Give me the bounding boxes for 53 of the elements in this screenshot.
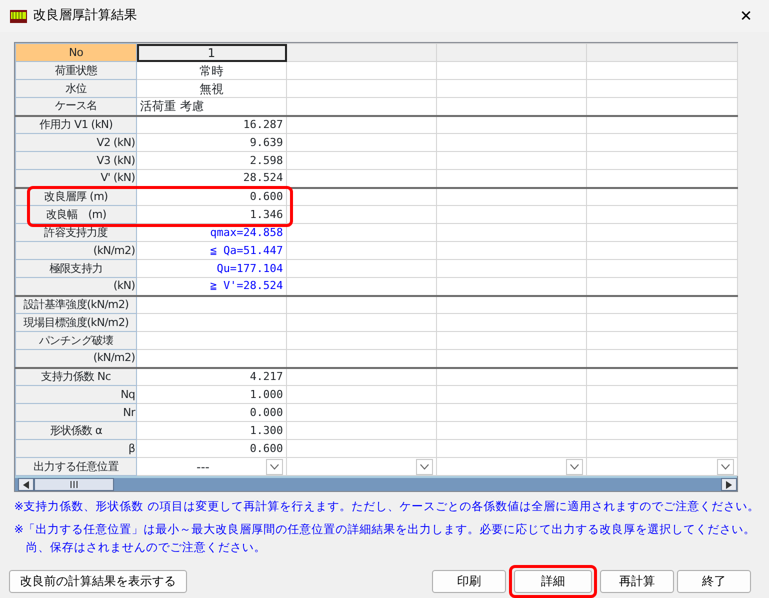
- close-button[interactable]: ✕: [723, 0, 769, 32]
- table-cell: 1.300: [136, 422, 286, 440]
- column-header: No: [16, 44, 136, 62]
- dropdown-value: ---: [196, 458, 210, 474]
- table-cell: 無視: [136, 80, 286, 98]
- table-cell: 1.346: [136, 206, 286, 224]
- table-cell: 0.600: [136, 440, 286, 458]
- table-cell: 常時: [136, 62, 286, 80]
- action-button[interactable]: 再計算: [600, 570, 674, 593]
- row-header: Nq: [16, 386, 136, 404]
- row-header: 極限支持力: [16, 260, 136, 278]
- window-title: 改良層厚計算結果: [33, 7, 138, 26]
- table-cell: 4.217: [136, 368, 286, 386]
- row-header: 支持力係数 Nc: [16, 368, 136, 386]
- row-header: V' (kN): [16, 170, 136, 188]
- row-header: 荷重状態: [16, 62, 136, 80]
- row-header: 作用力 V1 (kN): [16, 116, 136, 134]
- row-header: 形状係数 α: [16, 422, 136, 440]
- left-arrow-icon: [23, 480, 29, 488]
- row-header: 改良幅 (m): [16, 206, 136, 224]
- row-header: 出力する任意位置: [16, 458, 136, 476]
- note-text: ※支持力係数、形状係数 の項目は変更して再計算を行えます。ただし、ケースごとの各係数値は全層に適用されますのでご注意ください。: [14, 498, 760, 515]
- column-header[interactable]: 1: [136, 44, 286, 62]
- action-button[interactable]: 終了: [677, 570, 751, 593]
- row-header: Nr: [16, 404, 136, 422]
- action-button[interactable]: 印刷: [432, 570, 506, 593]
- row-header: β: [16, 440, 136, 458]
- row-header: (kN/m2): [16, 242, 136, 260]
- row-header: (kN/m2): [16, 350, 136, 368]
- table-cell: 0.000: [136, 404, 286, 422]
- scroll-right-button[interactable]: [721, 478, 737, 491]
- row-header: 水位: [16, 80, 136, 98]
- note-text: 尚、保存はされませんのでご注意ください。: [25, 538, 267, 556]
- row-header: 設計基準強度(kN/m2): [16, 296, 136, 314]
- scroll-left-button[interactable]: [18, 478, 34, 491]
- table-cell: 1.000: [136, 386, 286, 404]
- action-button[interactable]: 改良前の計算結果を表示する: [9, 570, 187, 593]
- table-cell: ≦ Qa=51.447: [136, 242, 286, 260]
- row-header: 現場目標強度(kN/m2): [16, 314, 136, 332]
- table-cell: 2.598: [136, 152, 286, 170]
- right-arrow-icon: [726, 480, 732, 488]
- row-header: パンチング破壊: [16, 332, 136, 350]
- action-button[interactable]: 詳細: [514, 570, 592, 593]
- row-header: V3 (kN): [16, 152, 136, 170]
- note-text: ※「出力する任意位置」は最小～最大改良層厚間の任意位置の詳細結果を出力します。必要に応じて出力する改良厚を選択してください。: [14, 521, 757, 538]
- scroll-thumb[interactable]: [34, 478, 114, 491]
- app-icon: [10, 10, 27, 22]
- row-header: (kN): [16, 278, 136, 296]
- table-cell: 9.639: [136, 134, 286, 152]
- row-header: V2 (kN): [16, 134, 136, 152]
- table-cell: 16.287: [136, 116, 286, 134]
- table-cell: Qu=177.104: [136, 260, 286, 278]
- row-header: ケース名: [16, 98, 136, 116]
